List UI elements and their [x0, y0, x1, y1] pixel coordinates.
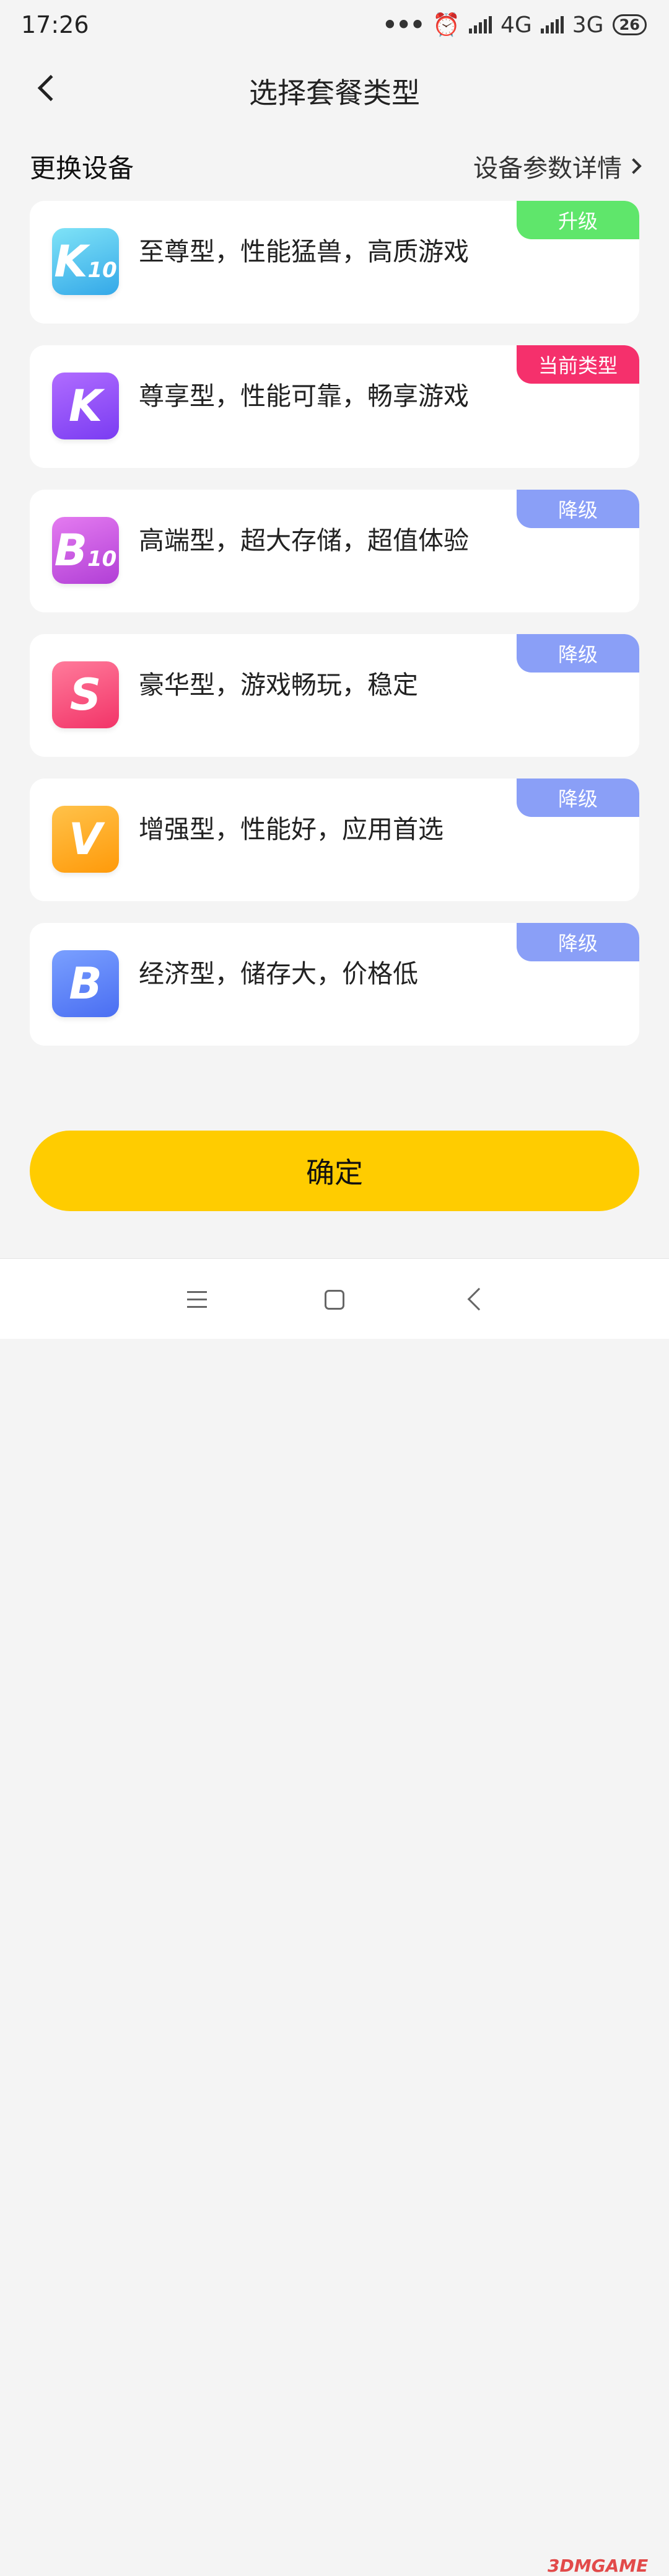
- device-detail-label: 设备参数详情: [473, 154, 622, 183]
- plan-logo-letter: B: [69, 958, 102, 1009]
- confirm-button[interactable]: 确定: [30, 1131, 639, 1211]
- plan-card[interactable]: K 尊享型，性能可靠，畅享游戏 当前类型: [30, 345, 639, 468]
- plan-status-badge: 降级: [517, 779, 639, 817]
- plan-description: 尊享型，性能可靠，畅享游戏: [139, 381, 469, 411]
- signal-icon: [468, 16, 492, 33]
- alarm-icon: ⏰: [432, 12, 460, 38]
- status-time: 17:26: [21, 11, 89, 38]
- plan-description: 增强型，性能好，应用首选: [139, 814, 444, 844]
- plan-description: 至尊型，性能猛兽，高质游戏: [139, 237, 469, 267]
- device-detail-link[interactable]: 设备参数详情: [473, 148, 642, 184]
- battery-icon: 26: [612, 14, 647, 35]
- plan-card[interactable]: S 豪华型，游戏畅玩，稳定 降级: [30, 634, 639, 757]
- plan-logo-icon: S: [52, 661, 119, 728]
- plan-logo-letter: K: [68, 381, 103, 431]
- menu-icon[interactable]: [187, 1291, 207, 1308]
- back-icon[interactable]: [467, 1287, 491, 1311]
- plan-logo-icon: K 10: [52, 228, 119, 295]
- plan-logo-letter: B: [54, 525, 88, 576]
- network-4g: 4G: [500, 12, 532, 38]
- chevron-right-icon: [626, 158, 642, 174]
- more-dots-icon: •••: [382, 11, 425, 38]
- plan-logo-icon: B 10: [52, 517, 119, 584]
- watermark-logo: 3DMGAME: [548, 2556, 649, 2576]
- status-icons: ••• ⏰ 4G 3G 26: [382, 11, 647, 38]
- home-icon[interactable]: [325, 1290, 344, 1310]
- plan-logo-letter: S: [69, 669, 102, 720]
- plan-logo-subscript: 10: [87, 547, 117, 571]
- plan-status-badge: 当前类型: [517, 345, 639, 384]
- page-title: 选择套餐类型: [249, 76, 420, 110]
- plan-description: 高端型，超大存储，超值体验: [139, 526, 469, 555]
- system-nav-bar: 3DMGAME: [0, 1258, 669, 2576]
- status-bar: 17:26 ••• ⏰ 4G 3G 26: [0, 0, 669, 50]
- plan-logo-letter: V: [68, 814, 103, 865]
- section-header: 更换设备 设备参数详情: [30, 148, 642, 185]
- plan-logo-subscript: 10: [87, 258, 117, 283]
- plan-status-badge: 升级: [517, 201, 639, 239]
- signal-icon-2: [540, 16, 564, 33]
- plan-status-badge: 降级: [517, 923, 639, 961]
- plan-card[interactable]: K 10 至尊型，性能猛兽，高质游戏 升级: [30, 201, 639, 324]
- plan-card[interactable]: V 增强型，性能好，应用首选 降级: [30, 779, 639, 901]
- plan-status-badge: 降级: [517, 490, 639, 528]
- plan-list: K 10 至尊型，性能猛兽，高质游戏 升级 K 尊享型，性能可靠，畅享游戏 当前类型 B 10 高…: [30, 201, 639, 1067]
- plan-logo-letter: K: [54, 236, 88, 287]
- plan-logo-icon: V: [52, 806, 119, 873]
- section-title: 更换设备: [30, 152, 134, 183]
- header: 选择套餐类型: [0, 62, 669, 112]
- plan-logo-icon: B: [52, 950, 119, 1017]
- plan-description: 经济型，储存大，价格低: [139, 959, 418, 989]
- plan-card[interactable]: B 10 高端型，超大存储，超值体验 降级: [30, 490, 639, 612]
- network-3g: 3G: [572, 12, 604, 38]
- plan-status-badge: 降级: [517, 634, 639, 673]
- plan-description: 豪华型，游戏畅玩，稳定: [139, 670, 418, 700]
- plan-card[interactable]: B 经济型，储存大，价格低 降级: [30, 923, 639, 1046]
- plan-logo-icon: K: [52, 373, 119, 439]
